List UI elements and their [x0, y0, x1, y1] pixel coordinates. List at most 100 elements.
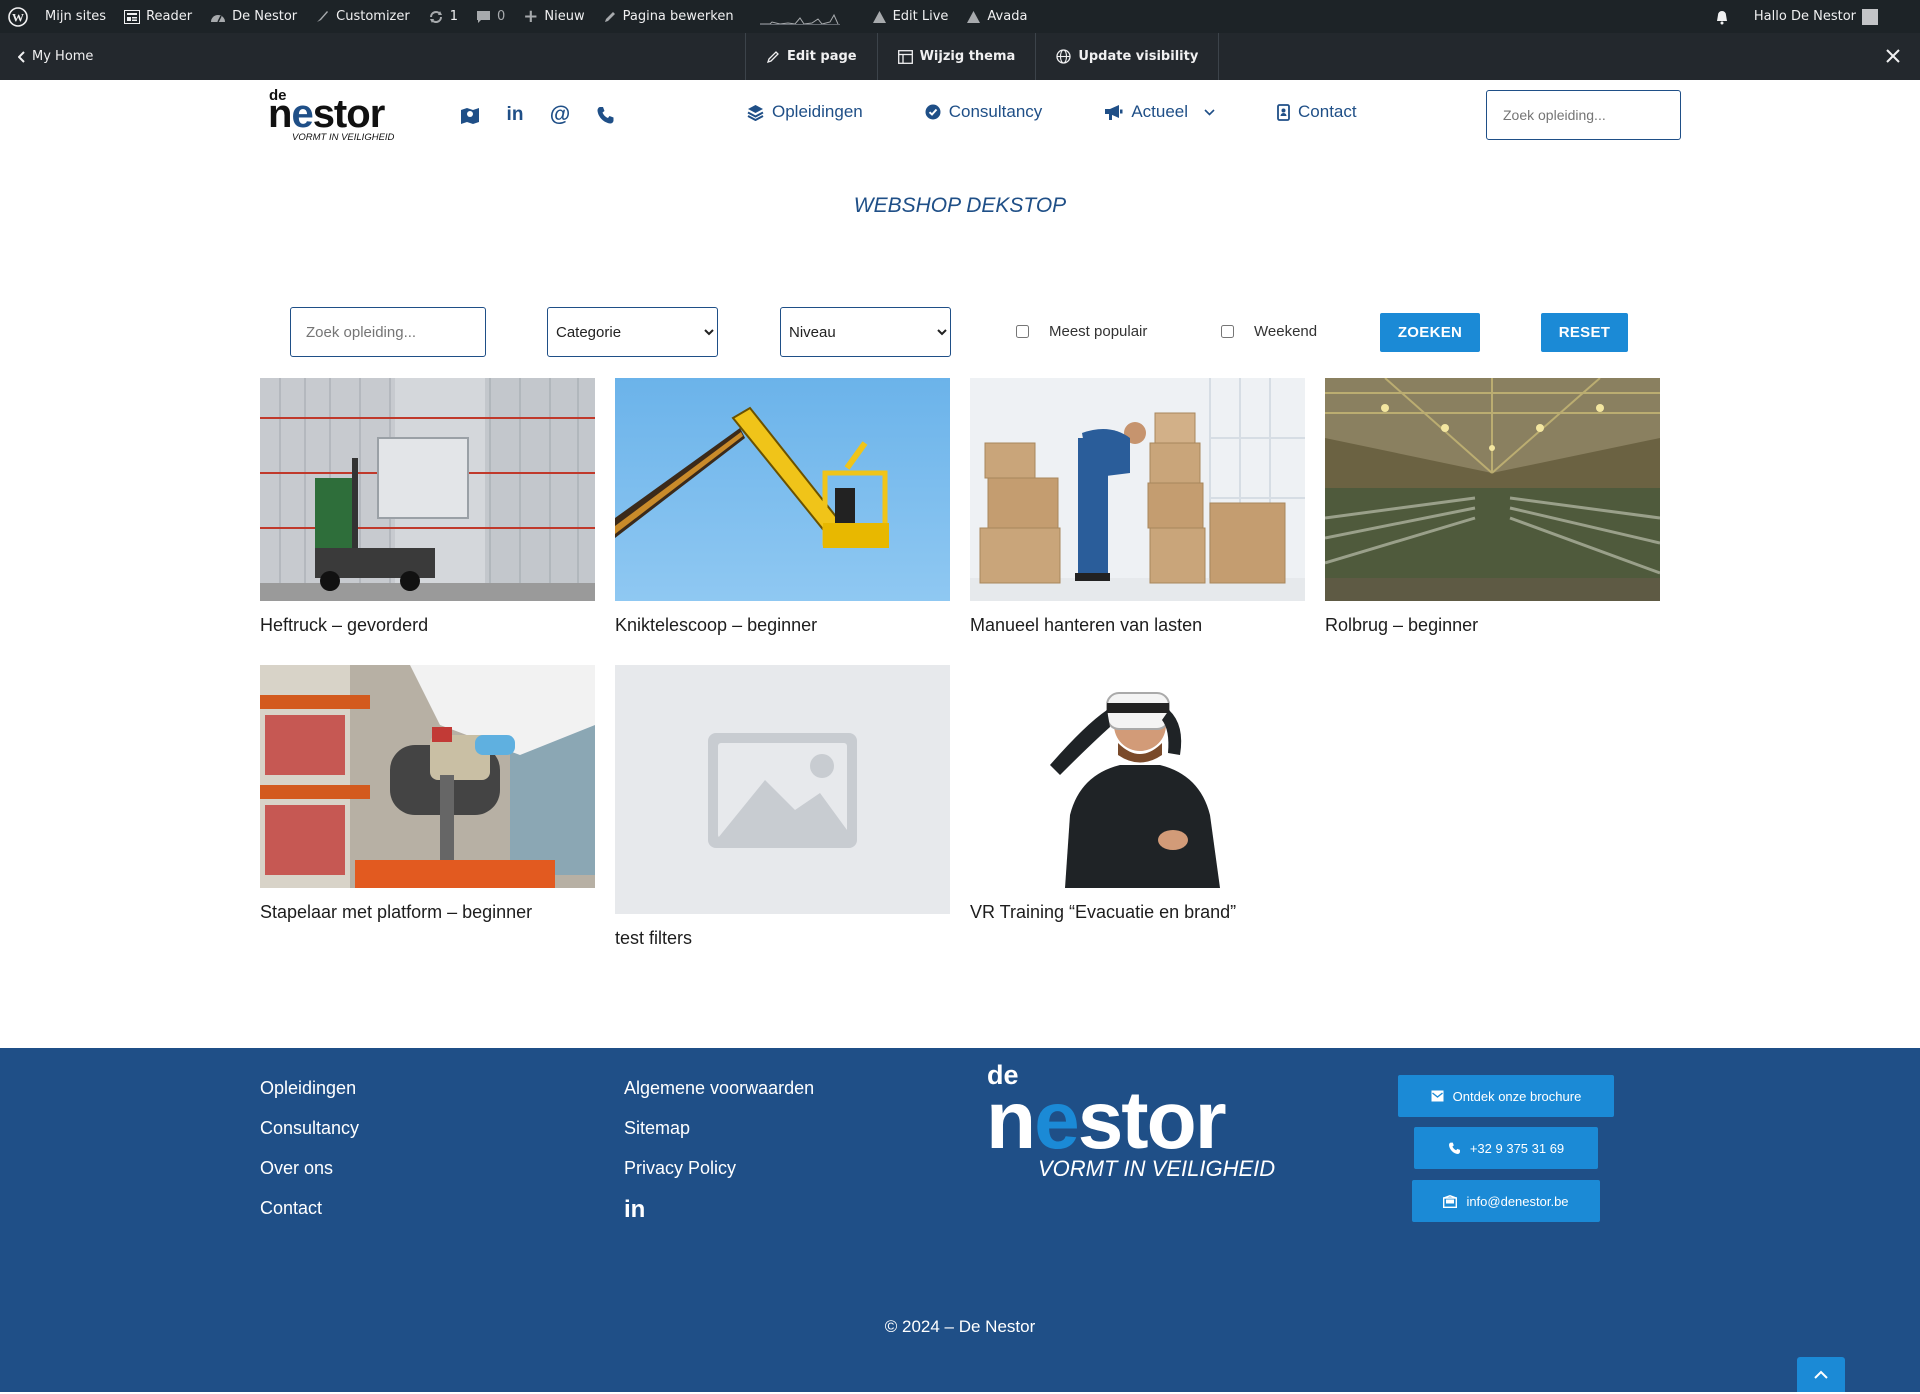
product-card[interactable]: Stapelaar met platform – beginner — [260, 665, 595, 923]
new-content-menu[interactable]: + Nieuw — [514, 0, 593, 33]
product-image-boom-lift[interactable] — [615, 378, 950, 601]
change-theme-button[interactable]: Wijzig thema — [876, 33, 1036, 80]
brochure-button[interactable]: Ontdek onze brochure — [1398, 1075, 1614, 1117]
edit-page-button-label: Edit page — [787, 49, 857, 64]
edit-page-button[interactable]: Edit page — [745, 33, 877, 80]
weekend-checkbox-label[interactable]: Weekend — [1221, 323, 1317, 340]
popular-checkbox-label[interactable]: Meest populair — [1016, 323, 1147, 340]
filter-search-input[interactable] — [290, 307, 486, 357]
footer-link-contact[interactable]: Contact — [260, 1198, 359, 1219]
product-card[interactable]: Rolbrug – beginner — [1325, 378, 1660, 636]
weekend-checkbox[interactable] — [1221, 325, 1234, 338]
footer-logo: de nestor VORMT IN VEILIGHEID — [986, 1060, 1296, 1181]
header-search-input[interactable] — [1486, 90, 1681, 140]
nav-item-contact[interactable]: Contact — [1277, 102, 1357, 122]
product-image-pallet-stacker[interactable] — [260, 665, 595, 888]
update-visibility-button[interactable]: Update visibility — [1035, 33, 1220, 80]
linkedin-icon[interactable]: in — [624, 1196, 814, 1224]
nav-item-label: Actueel — [1131, 102, 1189, 121]
site-header: de nestor VORMT IN VEILIGHEID in @ Oplei… — [0, 80, 1920, 150]
at-icon[interactable]: @ — [549, 103, 571, 126]
my-sites-menu[interactable]: Mijn sites — [43, 0, 115, 33]
map-icon[interactable] — [459, 104, 481, 126]
new-label: Nieuw — [544, 9, 585, 24]
svg-text:W: W — [12, 10, 24, 24]
pencil-icon — [604, 11, 615, 22]
account-menu[interactable]: Hallo De Nestor — [1745, 0, 1920, 33]
product-title[interactable]: Manueel hanteren van lasten — [970, 615, 1305, 636]
product-title[interactable]: Stapelaar met platform – beginner — [260, 902, 595, 923]
my-home-label: My Home — [32, 49, 94, 64]
product-title[interactable]: VR Training “Evacuatie en brand” — [970, 902, 1305, 923]
product-card[interactable]: Kniktelescoop – beginner — [615, 378, 950, 636]
page-title: WEBSHOP DEKSTOP — [853, 194, 1067, 217]
category-select[interactable]: Categorie — [547, 307, 718, 357]
bell-icon — [1716, 10, 1727, 24]
site-footer: Opleidingen Consultancy Over ons Contact… — [0, 1048, 1920, 1392]
comments-link[interactable]: 0 — [467, 0, 514, 33]
level-select[interactable]: Niveau — [780, 307, 951, 357]
reset-button[interactable]: RESET — [1541, 313, 1628, 352]
envelope-open-icon — [1443, 1194, 1458, 1208]
product-image-factory-hall[interactable] — [1325, 378, 1660, 601]
footer-link-sitemap[interactable]: Sitemap — [624, 1118, 814, 1139]
product-title[interactable]: Rolbrug – beginner — [1325, 615, 1660, 636]
product-title[interactable]: test filters — [615, 928, 950, 949]
notifications-button[interactable] — [1705, 0, 1745, 33]
close-icon[interactable] — [1884, 47, 1902, 65]
update-visibility-label: Update visibility — [1078, 49, 1199, 64]
nav-item-actueel[interactable]: Actueel — [1104, 102, 1215, 122]
nav-item-consultancy[interactable]: Consultancy — [925, 102, 1042, 122]
product-card[interactable]: Heftruck – gevorderd — [260, 378, 595, 636]
avatar — [1862, 8, 1878, 25]
product-card[interactable]: test filters — [615, 665, 950, 949]
linkedin-icon[interactable]: in — [504, 104, 526, 126]
footer-link-over-ons[interactable]: Over ons — [260, 1158, 359, 1179]
product-image-forklift[interactable] — [260, 378, 595, 601]
product-image-placeholder[interactable] — [615, 665, 950, 914]
site-name-menu[interactable]: De Nestor — [201, 0, 306, 33]
stats-sparkline[interactable] — [751, 0, 855, 33]
avada-logo-icon — [967, 10, 981, 23]
chevron-up-icon — [1814, 1370, 1828, 1379]
check-circle-icon — [925, 104, 941, 120]
chevron-left-icon — [18, 50, 25, 63]
site-logo[interactable]: de nestor VORMT IN VEILIGHEID — [268, 87, 423, 144]
product-image-vr-headset[interactable] — [970, 665, 1305, 888]
customizer-label: Customizer — [336, 9, 410, 24]
footer-link-consultancy[interactable]: Consultancy — [260, 1118, 359, 1139]
search-button[interactable]: ZOEKEN — [1380, 313, 1480, 352]
envelope-icon — [1431, 1090, 1444, 1102]
popular-checkbox[interactable] — [1016, 325, 1029, 338]
customizer-link[interactable]: Customizer — [306, 0, 419, 33]
email-button[interactable]: info@denestor.be — [1412, 1180, 1600, 1222]
plus-icon: + — [523, 6, 539, 27]
phone-button[interactable]: +32 9 375 31 69 — [1414, 1127, 1598, 1169]
comments-count: 0 — [497, 9, 506, 24]
product-title[interactable]: Kniktelescoop – beginner — [615, 615, 950, 636]
footer-link-opleidingen[interactable]: Opleidingen — [260, 1078, 359, 1099]
product-title[interactable]: Heftruck – gevorderd — [260, 615, 595, 636]
filter-bar: Categorie Niveau Meest populair Weekend … — [0, 307, 1920, 357]
chevron-down-icon[interactable] — [1204, 108, 1215, 116]
reader-menu[interactable]: Reader — [115, 0, 201, 33]
footer-link-terms[interactable]: Algemene voorwaarden — [624, 1078, 814, 1099]
wordpress-logo-button[interactable]: W — [0, 0, 43, 33]
scroll-to-top-button[interactable] — [1797, 1357, 1845, 1392]
product-card[interactable]: Manueel hanteren van lasten — [970, 378, 1305, 636]
footer-link-privacy[interactable]: Privacy Policy — [624, 1158, 814, 1179]
my-home-link[interactable]: My Home — [18, 33, 93, 80]
phone-icon[interactable] — [594, 104, 616, 126]
site-name-label: De Nestor — [232, 9, 298, 24]
address-book-icon — [1277, 103, 1290, 121]
product-card[interactable]: VR Training “Evacuatie en brand” — [970, 665, 1305, 923]
nav-item-opleidingen[interactable]: Opleidingen — [747, 102, 863, 122]
updates-link[interactable]: 1 — [419, 0, 467, 33]
reader-icon — [124, 9, 141, 24]
avada-menu[interactable]: Avada — [957, 0, 1036, 33]
edit-page-link[interactable]: Pagina bewerken — [594, 0, 743, 33]
edit-page-label: Pagina bewerken — [622, 9, 734, 24]
edit-live-link[interactable]: Edit Live — [863, 0, 958, 33]
footer-links-primary: Opleidingen Consultancy Over ons Contact — [260, 1078, 359, 1238]
product-image-lifting-boxes[interactable] — [970, 378, 1305, 601]
